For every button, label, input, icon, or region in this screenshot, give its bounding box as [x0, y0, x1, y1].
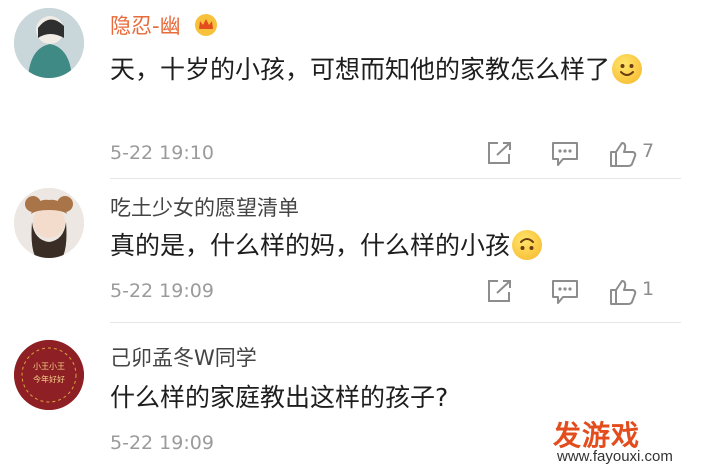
comment-icon: [552, 142, 578, 166]
thumbs-up-icon: [610, 280, 637, 305]
username[interactable]: 隐忍-幽: [110, 10, 219, 41]
thumbs-up-icon: [610, 142, 637, 167]
like-button[interactable]: 1: [608, 278, 654, 306]
smile-emoji-icon: [612, 54, 643, 84]
upside-down-face-icon: [512, 230, 543, 260]
avatar[interactable]: [14, 8, 84, 78]
reply-button[interactable]: [550, 278, 580, 306]
share-button[interactable]: [486, 278, 514, 304]
vip-crown-icon: [193, 14, 219, 41]
share-button[interactable]: [486, 140, 514, 166]
divider: [110, 322, 681, 323]
avatar[interactable]: [14, 188, 84, 258]
share-icon: [488, 142, 511, 164]
share-icon: [488, 280, 511, 302]
avatar[interactable]: 小王小王 今年好好: [14, 340, 84, 410]
comment-text: 天，十岁的小孩，可想而知他的家教怎么样了: [110, 52, 670, 88]
username[interactable]: 吃土少女的愿望清单: [110, 192, 299, 222]
comment-text: 真的是，什么样的妈，什么样的小孩: [110, 228, 670, 264]
comment-time: 5-22 19:09: [110, 280, 214, 302]
comment-time: 5-22 19:09: [110, 432, 214, 454]
watermark: 发游戏 www.fayouxi.com: [551, 414, 701, 470]
like-count: 7: [642, 140, 655, 162]
like-count: 1: [642, 278, 655, 300]
username[interactable]: 己卯孟冬W同学: [110, 342, 257, 372]
avatar-text: 小王小王 今年好好: [33, 362, 65, 384]
comment-item: 吃土少女的愿望清单 真的是，什么样的妈，什么样的小孩 5-22 19:09 1: [0, 180, 709, 320]
divider: [110, 178, 681, 179]
comment-icon: [552, 280, 578, 304]
comment-text: 什么样的家庭教出这样的孩子?: [110, 383, 449, 412]
reply-button[interactable]: [550, 140, 580, 168]
comment-time: 5-22 19:10: [110, 142, 214, 164]
watermark-url: www.fayouxi.com: [557, 448, 673, 465]
comment-meta: 5-22 19:10 7: [110, 140, 670, 170]
like-button[interactable]: 7: [608, 140, 654, 168]
comment-meta: 5-22 19:09 1: [110, 278, 670, 308]
comment-item: 隐忍-幽 天，十岁的小孩，可想而知他的家教怎么样了 5-22 19:10 7: [0, 0, 709, 180]
